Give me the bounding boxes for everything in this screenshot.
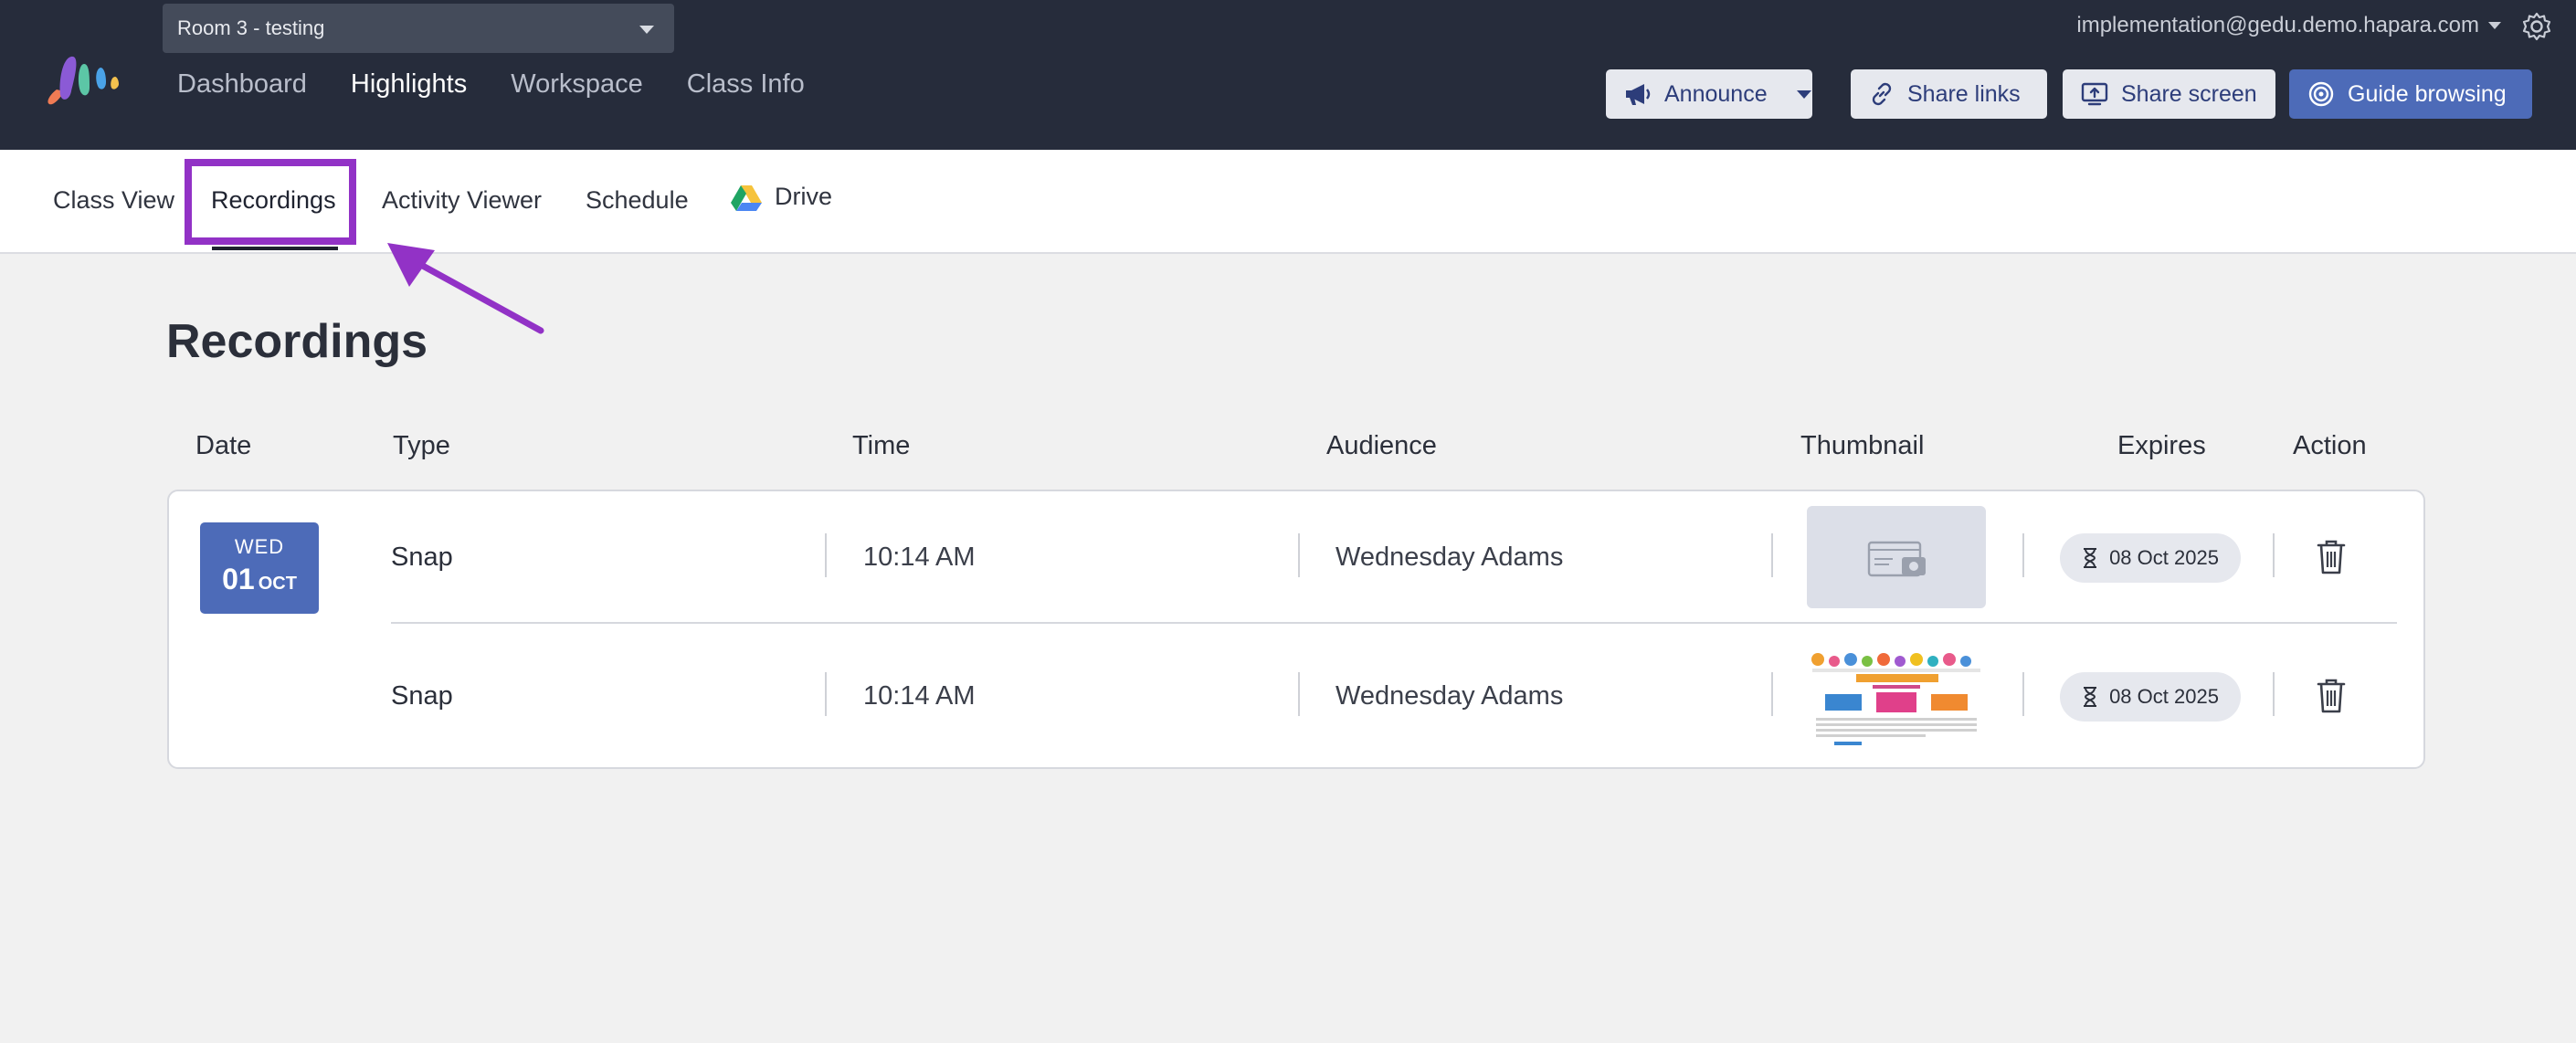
tab-drive-label: Drive [775,183,833,210]
recording-type: Snap [391,543,453,572]
gear-icon[interactable] [2521,11,2552,42]
recording-thumbnail[interactable] [1807,506,1986,608]
share-screen-icon [2081,82,2108,106]
column-divider [2273,533,2275,577]
column-divider [1298,533,1300,577]
main-nav: Dashboard Highlights Workspace Class Inf… [177,69,805,100]
room-select[interactable]: Room 3 - testing [163,4,674,53]
share-screen-button[interactable]: Share screen [2063,69,2275,119]
tab-class-view[interactable]: Class View [53,186,174,215]
column-header-type: Type [393,431,450,460]
share-links-button[interactable]: Share links [1851,69,2047,119]
image-placeholder-icon [1867,541,1926,577]
tab-drive[interactable]: Drive [731,183,832,211]
expires-date: 08 Oct 2025 [2109,685,2219,708]
expires-badge: 08 Oct 2025 [2060,672,2241,722]
nav-highlights[interactable]: Highlights [351,69,467,100]
page-title: Recordings [166,315,428,368]
nav-workspace[interactable]: Workspace [511,69,643,100]
announce-button[interactable]: Announce [1606,69,1812,119]
account-email: implementation@gedu.demo.hapara.com [2076,13,2479,37]
column-divider [1771,533,1773,577]
recordings-table: WED 01 OCT Snap 10:14 AM Wednesday Adams … [167,490,2425,769]
column-header-action: Action [2293,431,2367,460]
share-links-label: Share links [1907,80,2021,107]
expires-badge: 08 Oct 2025 [2060,533,2241,583]
recording-audience: Wednesday Adams [1336,681,1564,711]
column-header-time: Time [852,431,911,460]
column-divider [825,533,827,577]
row-divider [391,622,2397,624]
recording-time: 10:14 AM [863,543,976,572]
column-divider [2022,672,2024,716]
announce-label: Announce [1664,80,1768,107]
recording-audience: Wednesday Adams [1336,543,1564,572]
nav-dashboard[interactable]: Dashboard [177,69,307,100]
trash-icon[interactable] [2316,678,2347,714]
column-divider [2273,672,2275,716]
recording-time: 10:14 AM [863,681,976,711]
target-icon [2308,81,2334,107]
tab-schedule[interactable]: Schedule [586,186,689,215]
room-select-value: Room 3 - testing [177,16,325,39]
megaphone-icon [1626,84,1651,105]
guide-browsing-label: Guide browsing [2348,80,2507,107]
hapara-logo[interactable] [44,49,122,106]
google-drive-icon [731,184,762,211]
screenshot-thumbnail-image [1807,645,1986,747]
column-divider [1298,672,1300,716]
column-divider [825,672,827,716]
column-header-thumbnail: Thumbnail [1800,431,1925,460]
link-icon [1872,82,1892,106]
active-tab-indicator [212,247,338,250]
share-screen-label: Share screen [2121,80,2257,107]
column-header-date: Date [195,431,252,460]
recording-thumbnail[interactable] [1807,645,1986,747]
column-header-audience: Audience [1326,431,1437,460]
table-row: Snap 10:14 AM Wednesday Adams 08 Oct 202… [169,630,2427,769]
hourglass-icon [2084,687,2097,707]
hourglass-icon [2084,548,2097,568]
chevron-down-icon[interactable] [1796,90,1811,99]
chevron-down-icon [639,26,654,34]
nav-class-info[interactable]: Class Info [687,69,805,100]
trash-icon[interactable] [2316,539,2347,575]
recording-type: Snap [391,681,453,711]
tab-activity-viewer[interactable]: Activity Viewer [382,186,542,215]
column-divider [1771,672,1773,716]
chevron-down-icon [2488,22,2501,29]
table-row: Snap 10:14 AM Wednesday Adams 08 Oct 202… [169,491,2427,630]
expires-date: 08 Oct 2025 [2109,546,2219,569]
guide-browsing-button[interactable]: Guide browsing [2289,69,2532,119]
top-bar: Room 3 - testing Dashboard Highlights Wo… [0,0,2576,150]
column-header-expires: Expires [2117,431,2206,460]
column-divider [2022,533,2024,577]
account-menu[interactable]: implementation@gedu.demo.hapara.com [2076,13,2501,38]
sub-nav: Class View Recordings Activity Viewer Sc… [0,150,2576,254]
highlight-annotation-box [185,159,356,245]
